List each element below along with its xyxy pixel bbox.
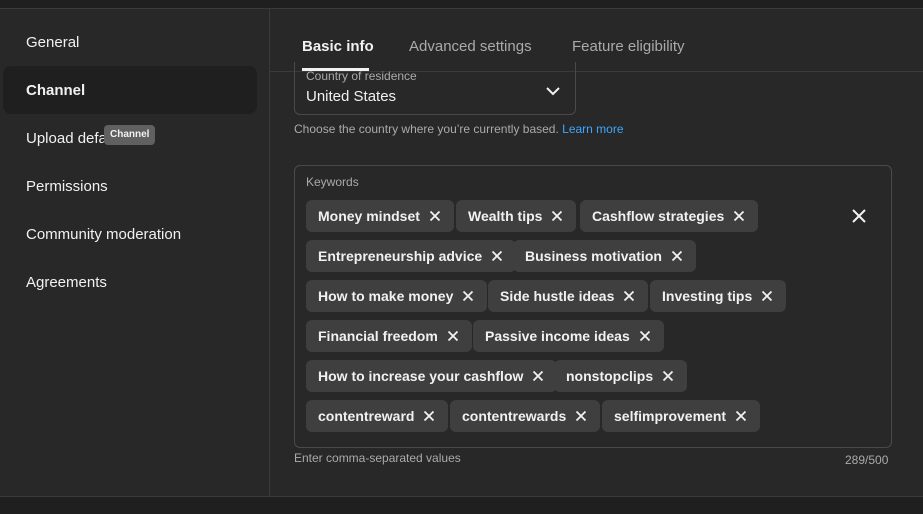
keyword-chip-label: Entrepreneurship advice [318,248,483,264]
keywords-character-counter: 289/500 [845,453,889,467]
keyword-chip-label: contentreward [318,408,415,424]
keyword-chip: contentrewards [450,400,601,432]
learn-more-link[interactable]: Learn more [562,122,623,136]
close-icon[interactable] [490,249,504,263]
country-help-text: Choose the country where you’re currentl… [294,122,624,136]
clear-all-keywords-icon[interactable] [850,207,868,225]
keyword-chip: How to increase your cashflow [306,360,558,392]
tab-advanced-settings[interactable]: Advanced settings [409,38,532,55]
country-label: Country of residence [306,69,417,83]
close-icon[interactable] [732,209,746,223]
close-icon[interactable] [531,369,545,383]
close-icon[interactable] [622,289,636,303]
keyword-chip: Entrepreneurship advice [306,240,517,272]
sidebar-item-agreements[interactable]: Agreements [3,258,257,306]
close-icon[interactable] [446,329,460,343]
keyword-chip-label: How to increase your cashflow [318,368,524,384]
keyword-chip: Passive income ideas [473,320,664,352]
country-select[interactable]: Country of residence United States [294,62,576,115]
sidebar-item-label: General [26,33,80,51]
tab-basic-info[interactable]: Basic info [302,38,374,55]
keyword-chip: Business motivation [513,240,696,272]
keyword-chip: selfimprovement [602,400,761,432]
settings-sidebar: General Channel Upload defa Permissions … [0,9,270,496]
keyword-chip-label: Business motivation [525,248,662,264]
keyword-chip-label: selfimprovement [614,408,727,424]
keyword-chip: Financial freedom [306,320,472,352]
close-icon[interactable] [661,369,675,383]
keyword-chip: How to make money [306,280,488,312]
keyword-chip-label: contentrewards [462,408,567,424]
chevron-down-icon [545,84,561,96]
keyword-chip-label: Financial freedom [318,328,438,344]
country-value: United States [306,88,397,105]
close-icon[interactable] [734,409,748,423]
keyword-chip-label: Passive income ideas [485,328,630,344]
keywords-label: Keywords [306,175,359,189]
sidebar-item-channel[interactable]: Channel [3,66,257,114]
sidebar-item-label: Channel [26,81,86,99]
tab-feature-eligibility[interactable]: Feature eligibility [572,38,685,55]
tooltip: Channel [104,125,156,145]
sidebar-item-label: Permissions [26,177,108,195]
keyword-chip-label: Money mindset [318,208,420,224]
keyword-chip: Investing tips [650,280,787,312]
sidebar-item-community-moderation[interactable]: Community moderation [3,210,257,258]
close-icon[interactable] [422,409,436,423]
close-icon[interactable] [638,329,652,343]
top-bar [0,0,923,9]
sidebar-item-label: Community moderation [26,225,182,243]
keyword-chip-label: Wealth tips [468,208,543,224]
keyword-chip-label: How to make money [318,288,454,304]
keywords-helper-text: Enter comma-separated values [294,451,461,465]
keyword-chip-label: Cashflow strategies [592,208,725,224]
sidebar-item-permissions[interactable]: Permissions [3,162,257,210]
keyword-chip: Money mindset [306,200,454,232]
keyword-chip-label: Side hustle ideas [500,288,615,304]
keyword-chip: Side hustle ideas [488,280,649,312]
keyword-chip-label: nonstopclips [566,368,654,384]
keyword-chip: Wealth tips [456,200,577,232]
keyword-chip: contentreward [306,400,449,432]
close-icon[interactable] [670,249,684,263]
close-icon[interactable] [574,409,588,423]
bottom-bar [0,496,923,514]
close-icon[interactable] [550,209,564,223]
close-icon[interactable] [428,209,442,223]
keyword-chip-label: Investing tips [662,288,753,304]
sidebar-item-general[interactable]: General [3,18,257,66]
sidebar-item-label: Agreements [26,273,107,291]
country-help-label: Choose the country where you’re currentl… [294,122,559,136]
close-icon[interactable] [760,289,774,303]
close-icon[interactable] [461,289,475,303]
sidebar-item-label: Upload defa [26,129,107,147]
keyword-chip: nonstopclips [554,360,688,392]
keyword-chip: Cashflow strategies [580,200,759,232]
